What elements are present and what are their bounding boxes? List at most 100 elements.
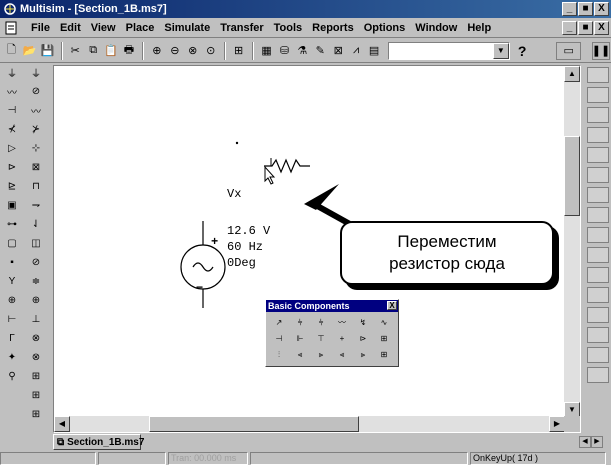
instrument-icon[interactable]: ✦ — [2, 349, 22, 366]
ladder-icon[interactable]: ⊢ — [2, 311, 22, 328]
ground-icon[interactable]: ⏚ — [26, 64, 46, 81]
variable-capacitor-icon[interactable]: ⫩ — [290, 315, 310, 330]
palette-title-bar[interactable]: Basic Components X — [266, 300, 398, 312]
chevron-down-icon[interactable]: ▼ — [492, 42, 509, 59]
menu-file[interactable]: File — [26, 22, 55, 34]
help-button[interactable]: ? — [518, 43, 527, 59]
capacitor-icon[interactable]: ⊘ — [26, 83, 46, 100]
variable-inductor-icon[interactable]: ⫩ — [311, 315, 331, 330]
ammeter-icon[interactable]: ⊕ — [26, 292, 46, 309]
resistor-icon[interactable]: 〰 — [26, 102, 46, 119]
grid-icon[interactable]: ▦ — [258, 42, 275, 60]
schematic-workspace[interactable]: Vx + − 12.6 V 60 Hz 0Deg Переместим рези… — [53, 65, 581, 433]
agilent-generator-icon[interactable] — [587, 347, 609, 363]
cmos-icon[interactable]: ⊵ — [2, 178, 22, 195]
palette-close-button[interactable]: X — [387, 301, 397, 310]
logic-analyzer-instrument-icon[interactable] — [587, 227, 609, 243]
zoom-in-icon[interactable]: ⊕ — [148, 42, 165, 60]
oscilloscope-instrument-icon[interactable] — [587, 127, 609, 143]
ttl-icon[interactable]: ⊳ — [2, 159, 22, 176]
socket-part-icon[interactable]: ⊞ — [374, 331, 394, 346]
hierarchy-icon[interactable]: ⊞ — [230, 42, 247, 60]
function-generator-icon[interactable] — [587, 87, 609, 103]
network-analyzer-icon[interactable] — [587, 327, 609, 343]
iv-analyzer-icon[interactable] — [587, 267, 609, 283]
pause-icon[interactable]: ❚❚ — [592, 41, 610, 60]
in-use-list-combo[interactable]: ▼ — [387, 41, 510, 60]
menu-edit[interactable]: Edit — [55, 22, 86, 34]
variable-resistor-icon[interactable]: ↗ — [269, 315, 289, 330]
capacitor-part-icon[interactable]: ⊣ — [269, 331, 289, 346]
bode-plotter-icon[interactable]: ⊞ — [26, 406, 46, 423]
indicator-icon[interactable]: ▢ — [2, 235, 22, 252]
coupled-inductor-icon[interactable]: ⫷ — [290, 347, 310, 362]
vertical-scroll-thumb[interactable] — [564, 136, 580, 216]
menu-options[interactable]: Options — [359, 22, 411, 34]
switch-part-icon[interactable]: ⊳ — [353, 331, 373, 346]
close-button[interactable]: X — [594, 2, 609, 16]
sources-icon[interactable]: ⏚ — [2, 64, 22, 81]
ideal-transformer-icon[interactable]: ⫷ — [332, 347, 352, 362]
maximize-button[interactable]: ■ — [578, 2, 593, 16]
word-generator-instrument-icon[interactable] — [587, 207, 609, 223]
menu-help[interactable]: Help — [462, 22, 496, 34]
database-icon[interactable]: ⛁ — [276, 42, 293, 60]
logic-converter-icon[interactable] — [587, 247, 609, 263]
print-icon[interactable]: 🖶 — [121, 42, 138, 60]
scroll-up-icon[interactable]: ▲ — [564, 66, 580, 82]
bode-plotter-instrument-icon[interactable] — [587, 167, 609, 183]
logic-analyzer-icon[interactable]: ⊞ — [26, 368, 46, 385]
nonlinear-transformer-icon[interactable]: ⫸ — [311, 347, 331, 362]
resistor-part-icon[interactable]: 〰 — [332, 315, 352, 330]
postprocessor-icon[interactable]: ⊠ — [330, 42, 347, 60]
table-icon[interactable]: ▤ — [366, 42, 383, 60]
wattmeter-icon[interactable]: ⊗ — [26, 349, 46, 366]
connector-part-icon[interactable]: + — [332, 331, 352, 346]
socket-icon[interactable]: ⇃ — [26, 216, 46, 233]
component-wizard-icon[interactable]: ⚗ — [294, 42, 311, 60]
potentiometer-part-icon[interactable]: ↯ — [353, 315, 373, 330]
voltmeter-icon[interactable]: ≑ — [26, 273, 46, 290]
potentiometer-icon[interactable]: ⊠ — [26, 159, 46, 176]
graph-icon[interactable]: ⩘ — [348, 42, 365, 60]
probe-icon[interactable]: ◫ — [26, 235, 46, 252]
horizontal-scrollbar[interactable]: ◀ ▶ — [54, 416, 565, 432]
diode-icon[interactable]: ⊣ — [2, 102, 22, 119]
scroll-right-icon[interactable]: ▶ — [549, 416, 565, 432]
misc-icon[interactable]: ▪ — [2, 254, 22, 271]
horizontal-scroll-thumb[interactable] — [149, 416, 359, 432]
scroll-left-icon[interactable]: ◀ — [54, 416, 70, 432]
new-file-icon[interactable]: 🗋 — [3, 42, 20, 60]
relay-part-icon[interactable]: ⫶ — [269, 347, 289, 362]
basic-components-palette[interactable]: Basic Components X ↗ ⫩ ⫩ 〰 ↯ ∿ ⊣ ⊩ ⊤ + ⊳… — [265, 299, 399, 367]
rf-icon[interactable]: Y — [2, 273, 22, 290]
pack-icon[interactable]: ⊞ — [374, 347, 394, 362]
mixed-icon[interactable]: ⊶ — [2, 216, 22, 233]
multimeter-icon[interactable] — [587, 67, 609, 83]
menu-place[interactable]: Place — [121, 22, 160, 34]
simulate-switch-icon[interactable]: ▭ — [556, 41, 581, 60]
inductor-icon[interactable]: ⊁ — [26, 121, 46, 138]
electromechanical-icon[interactable]: ⊕ — [2, 292, 22, 309]
zoom-tool-icon[interactable]: ⚲ — [2, 368, 22, 385]
dc-source-icon[interactable]: ⊥ — [26, 311, 46, 328]
tab-next-icon[interactable]: ▶ — [591, 436, 603, 448]
measurement-probe-icon[interactable] — [587, 367, 609, 383]
minimize-button[interactable]: _ — [562, 2, 577, 16]
analysis-icon[interactable]: ✎ — [312, 42, 329, 60]
open-folder-icon[interactable]: 📂 — [21, 42, 38, 60]
word-generator-icon[interactable]: ⊞ — [26, 387, 46, 404]
schematic-canvas[interactable]: Vx + − 12.6 V 60 Hz 0Deg Переместим рези… — [54, 66, 565, 418]
menu-tools[interactable]: Tools — [269, 22, 308, 34]
zoom-out-icon[interactable]: ⊖ — [166, 42, 183, 60]
zoom-area-icon[interactable]: ⊗ — [184, 42, 201, 60]
transistor-icon[interactable]: ⊀ — [2, 121, 22, 138]
four-channel-scope-icon[interactable] — [587, 147, 609, 163]
save-icon[interactable]: 💾 — [39, 42, 56, 60]
distortion-analyzer-icon[interactable] — [587, 287, 609, 303]
mdi-close-button[interactable]: X — [594, 21, 609, 35]
copy-icon[interactable]: ⧉ — [85, 42, 102, 60]
zoom-fit-icon[interactable]: ⊙ — [202, 42, 219, 60]
tab-prev-icon[interactable]: ◀ — [579, 436, 591, 448]
tab-section-1b[interactable]: ⧉ Section_1B.ms7 — [53, 434, 144, 450]
